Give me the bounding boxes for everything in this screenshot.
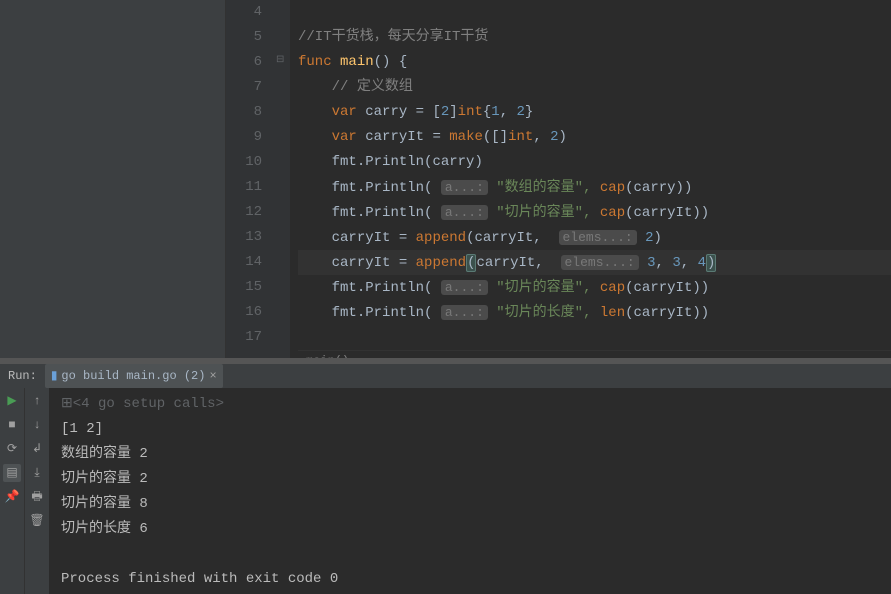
fold-column: ⊟ [274,0,290,358]
console-line: 切片的容量 2 [61,467,879,492]
setup-calls-fold[interactable]: ⊞<4 go setup calls> [61,392,879,417]
fold-toggle-icon[interactable]: ⊟ [276,52,284,69]
line-number: 15 [226,275,262,300]
console-line: [1 2] [61,417,879,442]
project-panel [0,0,226,358]
stop-button[interactable]: ■ [3,416,21,434]
code-line: fmt.Println( a...: "切片的长度", len(carryIt)… [298,300,891,325]
param-hint: elems...: [561,255,639,270]
code-editor[interactable]: //IT干货栈，每天分享IT干货 func main() { // 定义数组 v… [290,0,891,358]
code-line: // 定义数组 [298,75,891,100]
breadcrumb[interactable]: main() [298,350,891,358]
line-number: 7 [226,75,262,100]
code-line: var carry = [2]int{1, 2} [298,100,891,125]
pin-button[interactable]: 📌 [3,488,21,506]
restart-button[interactable]: ⟳ [3,440,21,458]
code-line: fmt.Println( a...: "切片的容量", cap(carryIt)… [298,200,891,225]
console-line: 数组的容量 2 [61,442,879,467]
soft-wrap-button[interactable]: ↲ [28,440,46,458]
console-line: 切片的容量 8 [61,492,879,517]
code-line: fmt.Println(carry) [298,150,891,175]
line-number: 8 [226,100,262,125]
run-tool-column-1: ▶ ■ ⟳ ▤ 📌 [0,388,24,594]
line-number: 12 [226,200,262,225]
code-line: carryIt = append(carryIt, elems...: 2) [298,225,891,250]
gutter: 4 5 6 7 8 9 10 11 12 13 14 15 16 17 [226,0,274,358]
go-file-icon: ▮ [51,366,58,386]
run-tab-bar: Run: ▮ go build main.go (2) × [0,364,891,388]
print-button[interactable]: 🖶 [28,488,46,506]
console-output[interactable]: ⊞<4 go setup calls> [1 2] 数组的容量 2 切片的容量 … [49,388,891,594]
console-line [61,542,879,567]
code-line: //IT干货栈，每天分享IT干货 [298,25,891,50]
code-line: fmt.Println( a...: "数组的容量", cap(carry)) [298,175,891,200]
line-number: 16 [226,300,262,325]
code-line-current: carryIt = append(carryIt, elems...: 3, 3… [298,250,891,275]
rerun-button[interactable]: ▶ [3,392,21,410]
line-number: 14 [226,250,262,275]
layout-button[interactable]: ▤ [3,464,21,482]
code-line: func main() { [298,50,891,75]
console-line: Process finished with exit code 0 [61,567,879,592]
close-icon[interactable]: × [209,366,216,386]
console-line: 切片的长度 6 [61,517,879,542]
run-tab-label: go build main.go (2) [61,366,205,386]
line-number: 11 [226,175,262,200]
run-tab[interactable]: ▮ go build main.go (2) × [45,364,223,388]
up-icon[interactable]: ↑ [28,392,46,410]
line-number: 4 [226,0,262,25]
param-hint: a...: [441,305,488,320]
line-number: 5 [226,25,262,50]
code-line [298,0,891,25]
scroll-to-end-button[interactable]: ⤓ [28,464,46,482]
code-line: var carryIt = make([]int, 2) [298,125,891,150]
param-hint: a...: [441,180,488,195]
param-hint: a...: [441,205,488,220]
line-number: 10 [226,150,262,175]
param-hint: elems...: [559,230,637,245]
line-number: 17 [226,325,262,350]
line-number: 9 [226,125,262,150]
code-line: fmt.Println( a...: "切片的容量", cap(carryIt)… [298,275,891,300]
line-number: 6 [226,50,262,75]
clear-button[interactable]: 🗑 [28,512,46,530]
line-number: 13 [226,225,262,250]
param-hint: a...: [441,280,488,295]
code-line [298,325,891,350]
down-icon[interactable]: ↓ [28,416,46,434]
run-tool-column-2: ↑ ↓ ↲ ⤓ 🖶 🗑 [24,388,49,594]
run-label: Run: [0,366,45,386]
